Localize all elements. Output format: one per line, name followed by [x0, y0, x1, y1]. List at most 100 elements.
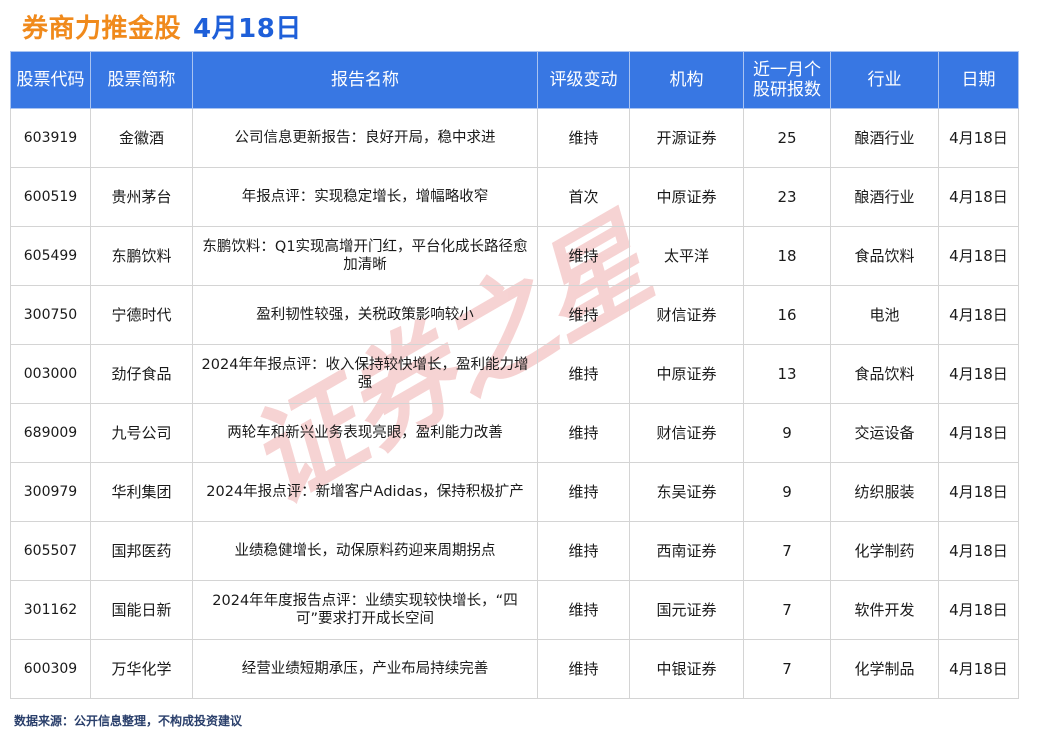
cell-name: 劲仔食品 [90, 344, 193, 404]
cell-institution: 太平洋 [629, 226, 744, 286]
cell-industry: 食品饮料 [830, 344, 939, 404]
cell-rating: 维持 [537, 580, 630, 640]
cell-rating: 维持 [537, 108, 630, 168]
page-title: 券商力推金股 4月18日 [22, 6, 302, 46]
cell-date: 4月18日 [938, 462, 1019, 522]
cell-name: 九号公司 [90, 403, 193, 463]
cell-code: 600309 [10, 639, 91, 699]
cell-report-count: 7 [743, 521, 831, 581]
cell-industry: 软件开发 [830, 580, 939, 640]
cell-institution: 西南证券 [629, 521, 744, 581]
cell-code: 300750 [10, 285, 91, 345]
cell-report-count: 9 [743, 462, 831, 522]
cell-institution: 开源证券 [629, 108, 744, 168]
data-source-note: 数据来源：公开信息整理，不构成投资建议 [14, 714, 243, 728]
cell-name: 金徽酒 [90, 108, 193, 168]
col-header-rating: 评级变动 [537, 51, 630, 109]
title-brand: 券商力推金股 [22, 13, 182, 44]
col-header-date: 日期 [938, 51, 1019, 109]
cell-rating: 维持 [537, 403, 630, 463]
cell-industry: 食品饮料 [830, 226, 939, 286]
cell-industry: 酿酒行业 [830, 167, 939, 227]
title-date: 4月18日 [193, 13, 302, 44]
cell-institution: 财信证券 [629, 403, 744, 463]
col-header-institution: 机构 [629, 51, 744, 109]
table-row: 603919 金徽酒 公司信息更新报告：良好开局，稳中求进 维持 开源证券 25 酿酒行业 4… [10, 108, 1019, 168]
cell-rating: 维持 [537, 344, 630, 404]
cell-industry: 酿酒行业 [830, 108, 939, 168]
cell-industry: 化学制药 [830, 521, 939, 581]
cell-code: 600519 [10, 167, 91, 227]
cell-date: 4月18日 [938, 403, 1019, 463]
cell-report-count: 25 [743, 108, 831, 168]
cell-report-count: 9 [743, 403, 831, 463]
cell-industry: 电池 [830, 285, 939, 345]
cell-rating: 维持 [537, 226, 630, 286]
cell-report-count: 16 [743, 285, 831, 345]
cell-report: 业绩稳健增长，动保原料药迎来周期拐点 [192, 521, 538, 581]
cell-report-count: 13 [743, 344, 831, 404]
cell-report: 年报点评：实现稳定增长，增幅略收窄 [192, 167, 538, 227]
table-row: 003000 劲仔食品 2024年年报点评：收入保持较快增长，盈利能力增强 维持 中原证… [10, 344, 1019, 404]
cell-date: 4月18日 [938, 226, 1019, 286]
cell-report-count: 7 [743, 580, 831, 640]
cell-name: 贵州茅台 [90, 167, 193, 227]
cell-code: 301162 [10, 580, 91, 640]
table-header-row: 股票代码 股票简称 报告名称 评级变动 机构 近一月个股研报数 行业 日期 [10, 51, 1019, 109]
cell-date: 4月18日 [938, 580, 1019, 640]
cell-institution: 中原证券 [629, 167, 744, 227]
cell-name: 宁德时代 [90, 285, 193, 345]
cell-code: 689009 [10, 403, 91, 463]
cell-report: 2024年报点评：新增客户Adidas，保持积极扩产 [192, 462, 538, 522]
col-header-report: 报告名称 [192, 51, 538, 109]
cell-report-count: 7 [743, 639, 831, 699]
cell-report-count: 18 [743, 226, 831, 286]
cell-report: 2024年年报点评：收入保持较快增长，盈利能力增强 [192, 344, 538, 404]
cell-name: 国邦医药 [90, 521, 193, 581]
cell-report: 2024年年度报告点评：业绩实现较快增长，“四可”要求打开成长空间 [192, 580, 538, 640]
cell-rating: 首次 [537, 167, 630, 227]
stock-table: 股票代码 股票简称 报告名称 评级变动 机构 近一月个股研报数 行业 日期 60… [10, 51, 1019, 699]
cell-institution: 东吴证券 [629, 462, 744, 522]
cell-industry: 化学制品 [830, 639, 939, 699]
cell-industry: 交运设备 [830, 403, 939, 463]
cell-date: 4月18日 [938, 108, 1019, 168]
table-row: 300979 华利集团 2024年报点评：新增客户Adidas，保持积极扩产 维持 东吴… [10, 462, 1019, 522]
cell-name: 东鹏饮料 [90, 226, 193, 286]
table-row: 600309 万华化学 经营业绩短期承压，产业布局持续完善 维持 中银证券 7 化学制品 4月… [10, 639, 1019, 699]
cell-code: 605507 [10, 521, 91, 581]
cell-institution: 中银证券 [629, 639, 744, 699]
cell-date: 4月18日 [938, 285, 1019, 345]
cell-institution: 财信证券 [629, 285, 744, 345]
cell-code: 605499 [10, 226, 91, 286]
cell-code: 003000 [10, 344, 91, 404]
cell-rating: 维持 [537, 462, 630, 522]
cell-report: 公司信息更新报告：良好开局，稳中求进 [192, 108, 538, 168]
cell-institution: 国元证券 [629, 580, 744, 640]
cell-industry: 纺织服装 [830, 462, 939, 522]
table-row: 300750 宁德时代 盈利韧性较强，关税政策影响较小 维持 财信证券 16 电池 4月18日 [10, 285, 1019, 345]
table-row: 605507 国邦医药 业绩稳健增长，动保原料药迎来周期拐点 维持 西南证券 7 化学制药 4… [10, 521, 1019, 581]
table-row: 605499 东鹏饮料 东鹏饮料：Q1实现高增开门红，平台化成长路径愈加清晰 维持 太平… [10, 226, 1019, 286]
cell-date: 4月18日 [938, 521, 1019, 581]
table-row: 689009 九号公司 两轮车和新兴业务表现亮眼，盈利能力改善 维持 财信证券 9 交运设备… [10, 403, 1019, 463]
cell-report-count: 23 [743, 167, 831, 227]
table-row: 600519 贵州茅台 年报点评：实现稳定增长，增幅略收窄 首次 中原证券 23 酿酒行业 4… [10, 167, 1019, 227]
table-row: 301162 国能日新 2024年年度报告点评：业绩实现较快增长，“四可”要求打开成… [10, 580, 1019, 640]
cell-rating: 维持 [537, 521, 630, 581]
cell-rating: 维持 [537, 285, 630, 345]
cell-name: 国能日新 [90, 580, 193, 640]
cell-name: 华利集团 [90, 462, 193, 522]
cell-name: 万华化学 [90, 639, 193, 699]
cell-report: 两轮车和新兴业务表现亮眼，盈利能力改善 [192, 403, 538, 463]
cell-date: 4月18日 [938, 167, 1019, 227]
col-header-report-count: 近一月个股研报数 [743, 51, 831, 109]
cell-code: 300979 [10, 462, 91, 522]
cell-report: 东鹏饮料：Q1实现高增开门红，平台化成长路径愈加清晰 [192, 226, 538, 286]
col-header-name: 股票简称 [90, 51, 193, 109]
cell-date: 4月18日 [938, 344, 1019, 404]
cell-institution: 中原证券 [629, 344, 744, 404]
cell-date: 4月18日 [938, 639, 1019, 699]
cell-rating: 维持 [537, 639, 630, 699]
col-header-code: 股票代码 [10, 51, 91, 109]
